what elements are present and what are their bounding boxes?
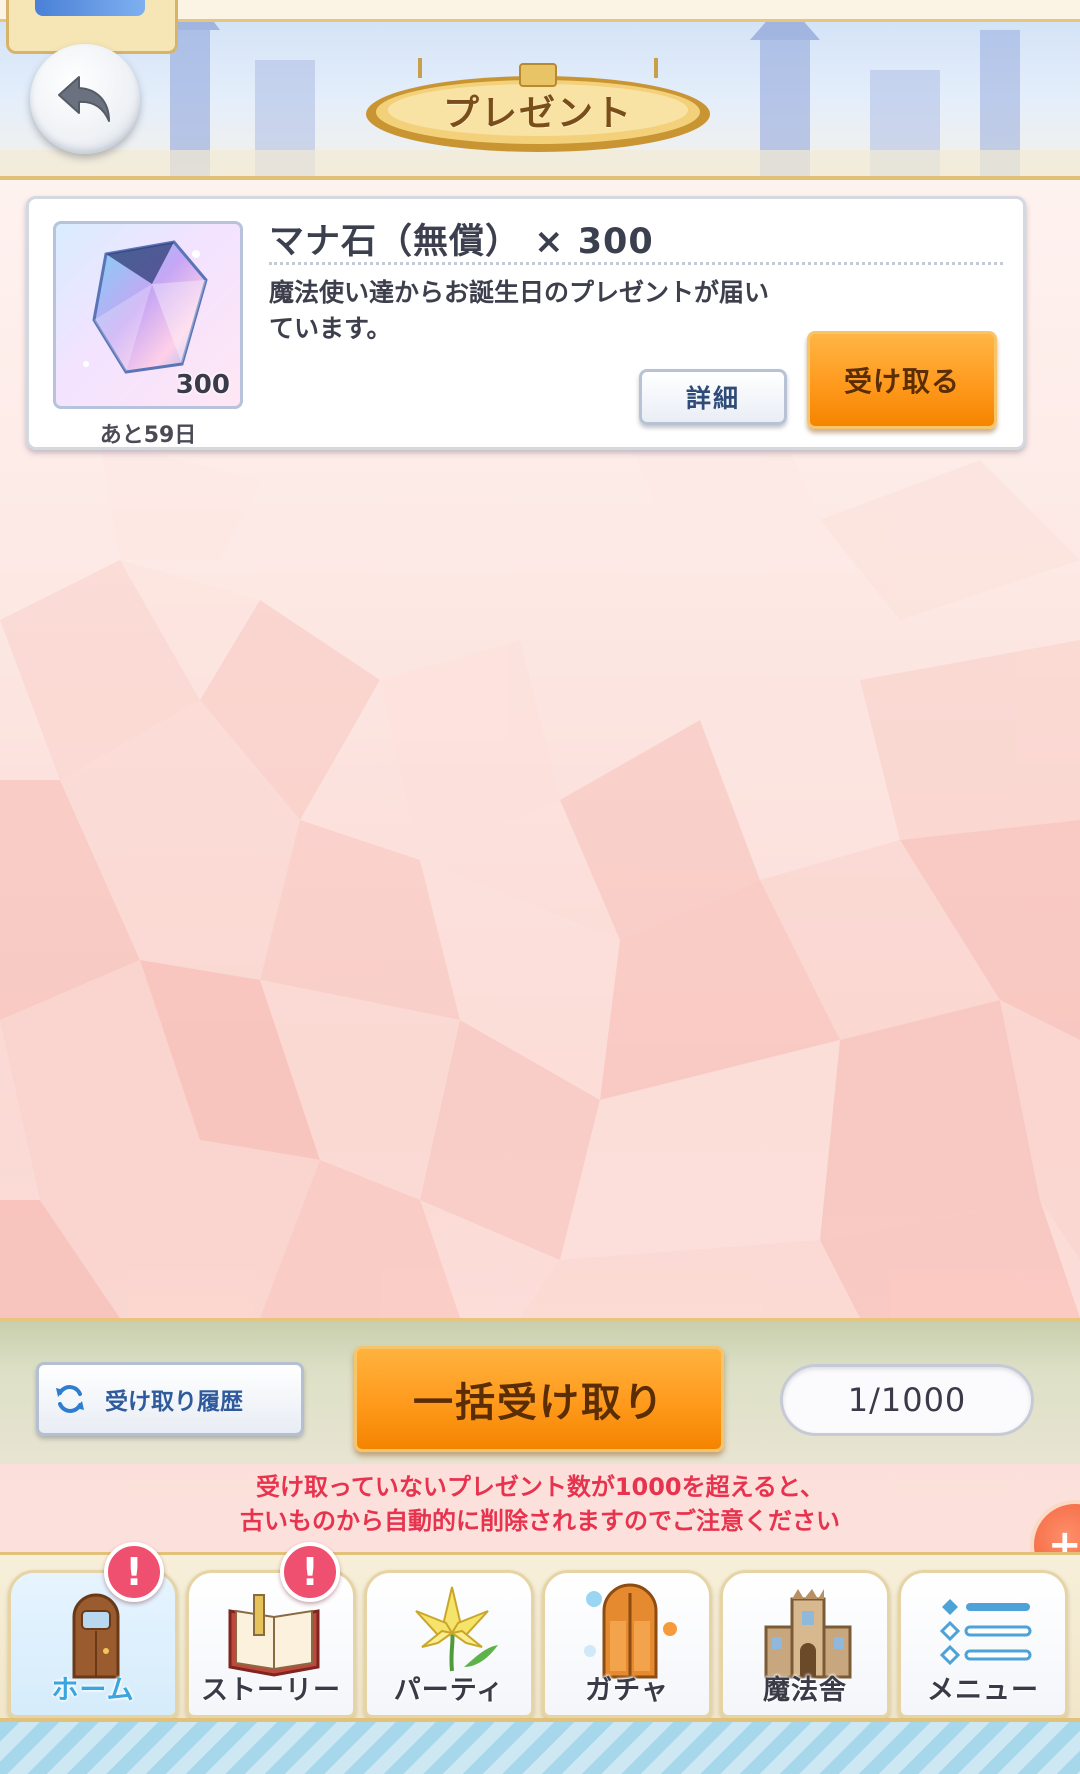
- present-card: 300 あと59日 マナ石（無償） × 300 魔法使い達からお誕生日のプレゼン…: [26, 196, 1026, 450]
- gacha-door-icon: [584, 1583, 677, 1679]
- lily-icon: [415, 1586, 498, 1672]
- nav-menu-label: メニュー: [927, 1675, 1039, 1706]
- nav-mahousha[interactable]: 魔法舎: [720, 1570, 890, 1718]
- alert-badge-story: !: [280, 1542, 340, 1602]
- title-plaque: プレゼント: [360, 58, 716, 154]
- history-button[interactable]: 受け取り履歴: [36, 1362, 304, 1436]
- detail-button[interactable]: 詳細: [639, 369, 787, 425]
- nav-decor-strip: [0, 1718, 1080, 1774]
- menu-list-icon: [939, 1599, 1032, 1666]
- nav-home-label: ホーム: [51, 1675, 135, 1706]
- item-count: 300: [175, 370, 230, 400]
- receive-button[interactable]: 受け取る: [807, 331, 997, 429]
- divider: [269, 262, 1003, 265]
- warning-line-1: 受け取っていないプレゼント数が1000を超えると、: [256, 1473, 824, 1501]
- warning-text: 受け取っていないプレゼント数が1000を超えると、 古いものから自動的に削除され…: [0, 1470, 1080, 1538]
- nav-party[interactable]: パーティ: [364, 1570, 534, 1718]
- history-label: 受け取り履歴: [105, 1389, 243, 1415]
- page-title: プレゼント: [442, 93, 633, 134]
- bulk-receive-button[interactable]: 一括受け取り: [354, 1346, 724, 1452]
- item-thumbnail: 300: [53, 221, 243, 409]
- castle-icon: [764, 1589, 852, 1679]
- nav-gacha-label: ガチャ: [585, 1675, 669, 1706]
- present-count: 1/1000: [780, 1364, 1034, 1436]
- warning-line-2: 古いものから自動的に削除されますのでご注意ください: [240, 1507, 840, 1535]
- alert-badge-home: !: [104, 1542, 164, 1602]
- nav-menu[interactable]: メニュー: [898, 1570, 1068, 1718]
- header-banner: プレゼント: [0, 0, 1080, 180]
- nav-party-label: パーティ: [393, 1675, 505, 1706]
- item-title: マナ石（無償） × 300: [269, 222, 654, 262]
- item-description: 魔法使い達からお誕生日のプレゼントが届いています。: [269, 278, 770, 343]
- back-button[interactable]: [30, 44, 140, 154]
- nav-mahousha-label: 魔法舎: [763, 1675, 847, 1706]
- nav-gacha[interactable]: ガチャ: [542, 1570, 712, 1718]
- expire-text: あと59日: [99, 423, 197, 448]
- back-arrow-icon: [58, 76, 110, 122]
- nav-story-label: ストーリー: [201, 1675, 341, 1706]
- refresh-icon: [56, 1385, 84, 1413]
